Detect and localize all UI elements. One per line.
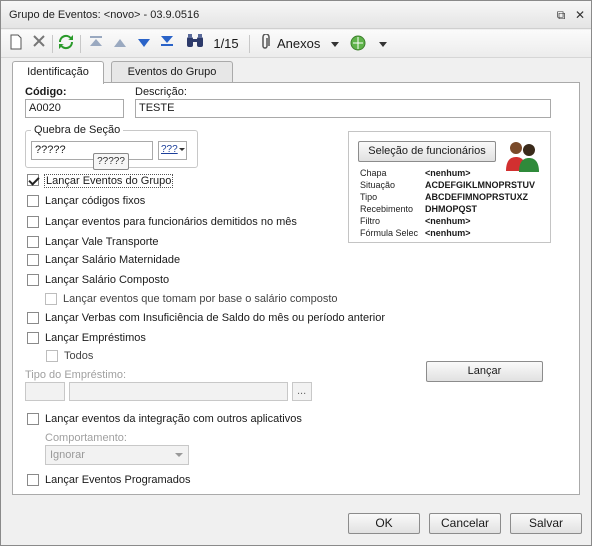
tipo-emprestimo-lookup-button[interactable]: ... bbox=[292, 382, 312, 401]
lancar-salario-maternidade-checkbox[interactable] bbox=[27, 254, 39, 266]
info-key: Filtro bbox=[360, 216, 380, 226]
lancar-verbas-insuficiencia-label[interactable]: Lançar Verbas com Insuficiência de Saldo… bbox=[45, 312, 385, 324]
lancar-demitidos-label[interactable]: Lançar eventos para funcionários demitid… bbox=[45, 216, 297, 228]
lancar-salario-composto-checkbox[interactable] bbox=[27, 274, 39, 286]
new-icon[interactable] bbox=[7, 34, 25, 54]
comportamento-value: Ignorar bbox=[50, 449, 85, 461]
todos-checkbox[interactable] bbox=[46, 350, 58, 362]
record-counter: 1/15 bbox=[213, 36, 239, 51]
quebra-secao-picker[interactable]: ??? bbox=[158, 141, 187, 160]
ok-button[interactable]: OK bbox=[348, 513, 420, 534]
base-salario-composto-label[interactable]: Lançar eventos que tomam por base o salá… bbox=[63, 293, 338, 305]
lancar-codigos-fixos-label[interactable]: Lançar códigos fixos bbox=[45, 195, 145, 207]
info-key: Tipo bbox=[360, 192, 378, 202]
last-record-icon[interactable] bbox=[158, 34, 176, 54]
lancar-button[interactable]: Lançar bbox=[426, 361, 543, 382]
lancar-eventos-programados-checkbox[interactable] bbox=[27, 474, 39, 486]
info-value: <nenhum> bbox=[425, 228, 471, 238]
lancar-salario-maternidade-label[interactable]: Lançar Salário Maternidade bbox=[45, 254, 180, 266]
info-value: ABCDEFIMNOPRSTUXZ bbox=[425, 192, 528, 202]
lancar-vale-transporte-label[interactable]: Lançar Vale Transporte bbox=[45, 236, 159, 248]
descricao-input[interactable]: TESTE bbox=[135, 99, 551, 118]
title-bar: Grupo de Eventos: <novo> - 03.9.0516 ⧉ ✕ bbox=[1, 1, 591, 29]
globe-icon[interactable] bbox=[348, 34, 368, 54]
refresh-icon[interactable] bbox=[57, 34, 75, 54]
quebra-secao-tooltip: ????? bbox=[93, 153, 129, 170]
window-title: Grupo de Eventos: <novo> - 03.9.0516 bbox=[9, 9, 200, 21]
lancar-demitidos-checkbox[interactable] bbox=[27, 216, 39, 228]
toolbar: 1/15 Anexos bbox=[1, 30, 591, 58]
restore-icon[interactable]: ⧉ bbox=[553, 7, 569, 23]
info-value: <nenhum> bbox=[425, 216, 471, 226]
lancar-codigos-fixos-checkbox[interactable] bbox=[27, 195, 39, 207]
lancar-eventos-programados-label[interactable]: Lançar Eventos Programados bbox=[45, 474, 191, 486]
salvar-button[interactable]: Salvar bbox=[510, 513, 582, 534]
lancar-eventos-grupo-checkbox[interactable] bbox=[27, 174, 39, 186]
codigo-label: Código: bbox=[25, 86, 67, 98]
identificacao-panel: Código: A0020 Descrição: TESTE Quebra de… bbox=[12, 82, 580, 495]
codigo-input[interactable]: A0020 bbox=[25, 99, 124, 118]
next-record-icon[interactable] bbox=[135, 34, 153, 54]
chevron-down-icon[interactable] bbox=[329, 34, 341, 54]
lancar-eventos-grupo-label[interactable]: Lançar Eventos do Grupo bbox=[44, 174, 174, 188]
first-record-icon[interactable] bbox=[87, 34, 105, 54]
chevron-down-icon bbox=[175, 453, 183, 457]
base-salario-composto-checkbox[interactable] bbox=[45, 293, 57, 305]
quebra-secao-input[interactable]: ????? bbox=[31, 141, 153, 160]
lancar-emprestimos-label[interactable]: Lançar Empréstimos bbox=[45, 332, 146, 344]
tipo-emprestimo-code-input[interactable] bbox=[25, 382, 65, 401]
info-key: Chapa bbox=[360, 168, 387, 178]
info-value: <nenhum> bbox=[425, 168, 471, 178]
comportamento-label: Comportamento: bbox=[45, 432, 127, 444]
info-value: DHMOPQST bbox=[425, 204, 478, 214]
tipo-emprestimo-desc-input[interactable] bbox=[69, 382, 288, 401]
lancar-vale-transporte-checkbox[interactable] bbox=[27, 236, 39, 248]
cancelar-button[interactable]: Cancelar bbox=[429, 513, 501, 534]
paperclip-icon[interactable] bbox=[257, 33, 273, 54]
binoculars-icon[interactable] bbox=[185, 34, 205, 54]
previous-record-icon[interactable] bbox=[111, 34, 129, 54]
info-key: Situação bbox=[360, 180, 396, 190]
todos-label[interactable]: Todos bbox=[64, 350, 93, 362]
delete-icon[interactable] bbox=[30, 34, 48, 54]
tab-identificacao[interactable]: Identificação bbox=[12, 61, 104, 84]
comportamento-select[interactable]: Ignorar bbox=[45, 445, 189, 465]
lancar-emprestimos-checkbox[interactable] bbox=[27, 332, 39, 344]
lancar-integracao-label[interactable]: Lançar eventos da integração com outros … bbox=[45, 413, 302, 425]
chevron-down-icon[interactable] bbox=[377, 34, 389, 54]
info-key: Fórmula Selec bbox=[360, 228, 419, 238]
anexos-button[interactable]: Anexos bbox=[277, 34, 325, 54]
lancar-salario-composto-label[interactable]: Lançar Salário Composto bbox=[45, 274, 169, 286]
chevron-down-icon bbox=[179, 148, 185, 151]
dialog-window: Grupo de Eventos: <novo> - 03.9.0516 ⧉ ✕ bbox=[0, 0, 592, 546]
selecao-funcionarios-button[interactable]: Seleção de funcionários bbox=[358, 141, 496, 162]
lancar-integracao-checkbox[interactable] bbox=[27, 413, 39, 425]
lancar-verbas-insuficiencia-checkbox[interactable] bbox=[27, 312, 39, 324]
quebra-secao-label: Quebra de Seção bbox=[31, 124, 124, 136]
descricao-label: Descrição: bbox=[135, 86, 187, 98]
selecao-info-box: Seleção de funcionários Chapa <nenhum> S… bbox=[348, 131, 551, 243]
tipo-emprestimo-label: Tipo do Empréstimo: bbox=[25, 369, 127, 381]
close-icon[interactable]: ✕ bbox=[572, 7, 588, 23]
info-value: ACDEFGIKLMNOPRSTUV bbox=[425, 180, 535, 190]
info-key: Recebimento bbox=[360, 204, 414, 214]
tab-eventos-do-grupo[interactable]: Eventos do Grupo bbox=[111, 61, 233, 83]
picker-text: ??? bbox=[161, 144, 178, 155]
